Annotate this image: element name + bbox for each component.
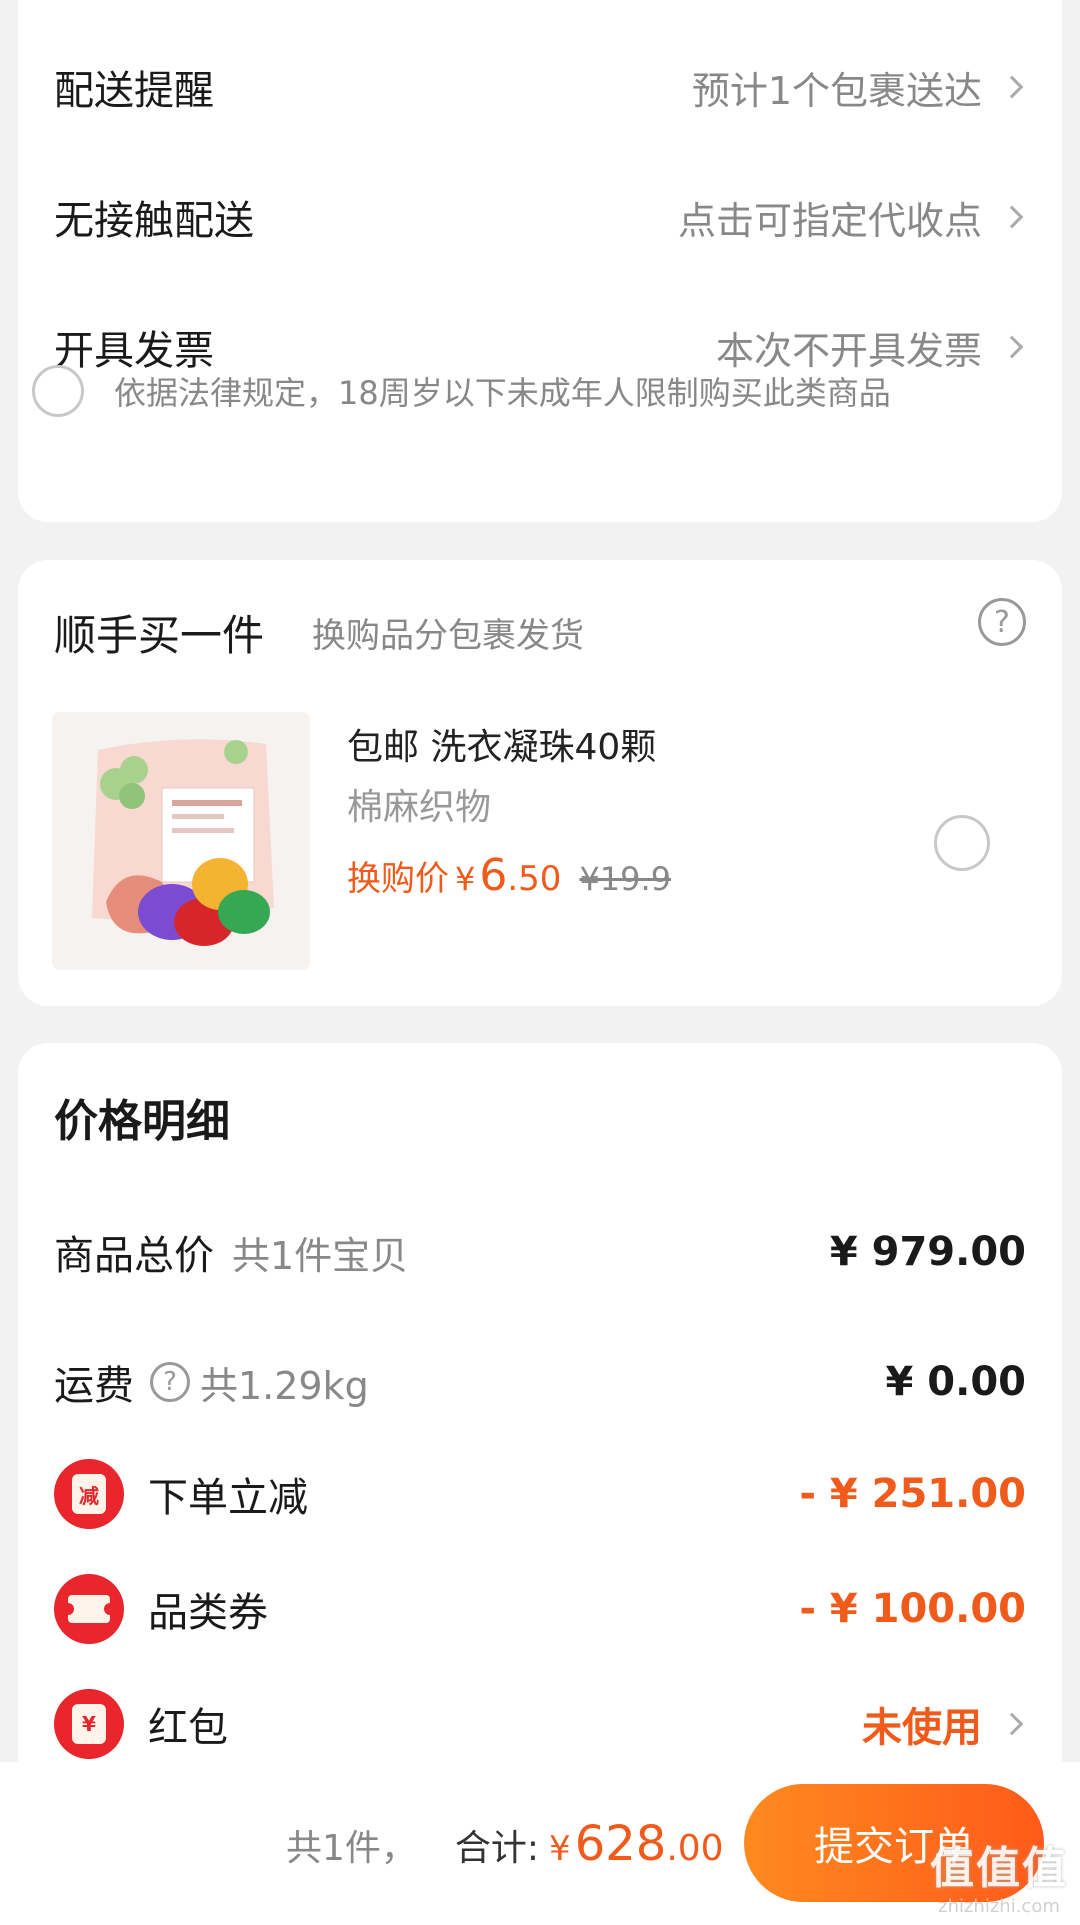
age-confirm-radio[interactable]	[32, 365, 84, 417]
goods-total-label: 商品总价	[54, 1233, 214, 1279]
legal-notice-text: 依据法律规定，18周岁以下未成年人限制购买此类商品	[114, 374, 891, 412]
category-coupon-label: 品类券	[148, 1590, 268, 1636]
checkout-bar: 共1件， 合计: ¥ 628 .00 提交订单 值值值 zhizhizhi.co…	[0, 1762, 1080, 1925]
contactless-delivery-label: 无接触配送	[54, 198, 254, 244]
order-discount-label: 下单立减	[148, 1475, 308, 1521]
help-icon[interactable]: ?	[978, 598, 1026, 646]
chevron-right-icon	[1000, 205, 1024, 229]
original-price: ¥19.9	[579, 860, 672, 898]
total-currency: ¥	[549, 1829, 571, 1869]
red-packet-label: 红包	[148, 1705, 228, 1751]
shipping-row: 运费 ? 共1.29kg ¥ 0.00	[54, 1342, 1026, 1422]
category-coupon-value: - ¥ 100.00	[799, 1586, 1026, 1632]
product-image[interactable]	[52, 712, 310, 970]
category-coupon-row[interactable]: 品类券 - ¥ 100.00	[54, 1569, 1026, 1649]
legal-notice: 依据法律规定，18周岁以下未成年人限制购买此类商品	[32, 365, 891, 417]
addon-subtitle: 换购品分包裹发货	[312, 616, 584, 656]
shipping-value: ¥ 0.00	[885, 1359, 1026, 1405]
price-detail-card: 价格明细 商品总价 共1件宝贝 ¥ 979.00 运费 ? 共1.29kg ¥ …	[18, 1043, 1062, 1803]
total-integer: 628	[574, 1816, 667, 1872]
chevron-right-icon	[1000, 75, 1024, 99]
delivery-reminder-label: 配送提醒	[54, 68, 214, 114]
chevron-right-icon	[1000, 1712, 1024, 1736]
addon-title: 顺手买一件	[54, 611, 265, 660]
detergent-pods-image	[52, 712, 310, 970]
total-label: 合计:	[454, 1828, 540, 1869]
currency-symbol: ¥	[455, 860, 476, 898]
watermark: 值值值 zhizhizhi.com	[930, 1832, 1068, 1917]
price-label: 换购价	[347, 859, 449, 899]
chevron-right-icon	[1000, 335, 1024, 359]
help-icon[interactable]: ?	[150, 1362, 190, 1402]
watermark-logo: 值值值	[930, 1843, 1068, 1894]
red-packet-glyph: ¥	[72, 1704, 106, 1744]
contactless-delivery-value: 点击可指定代收点	[677, 198, 982, 243]
red-packet-row[interactable]: ¥ 红包 未使用	[54, 1684, 1026, 1764]
order-discount-value: - ¥ 251.00	[799, 1471, 1026, 1517]
order-discount-row: 减 下单立减 - ¥ 251.00	[54, 1454, 1026, 1534]
total-decimal: .00	[666, 1828, 724, 1869]
price-decimal: .50	[507, 859, 562, 899]
addon-select-radio[interactable]	[934, 815, 990, 871]
delivery-card: 配送提醒 预计1个包裹送达 无接触配送 点击可指定代收点 开具发票 本次不开具发…	[18, 0, 1062, 522]
addon-card: 顺手买一件 换购品分包裹发货 ? 包邮 洗衣凝珠40颗 棉麻织物 换购价 ¥ 6…	[18, 560, 1062, 1006]
shipping-weight: 共1.29kg	[200, 1363, 369, 1408]
product-price: 换购价 ¥ 6 .50 ¥19.9	[347, 850, 671, 901]
red-packet-icon: ¥	[54, 1689, 124, 1759]
watermark-url: zhizhizhi.com	[938, 1896, 1060, 1917]
discount-badge-glyph: 减	[72, 1474, 106, 1514]
shipping-label: 运费	[54, 1363, 134, 1409]
red-packet-value: 未使用	[862, 1705, 982, 1751]
delivery-reminder-value: 预计1个包裹送达	[691, 68, 982, 113]
product-name[interactable]: 包邮 洗衣凝珠40颗	[347, 718, 656, 770]
price-detail-title: 价格明细	[54, 1096, 230, 1147]
delivery-reminder-row[interactable]: 配送提醒 预计1个包裹送达	[54, 47, 1026, 127]
contactless-delivery-row[interactable]: 无接触配送 点击可指定代收点	[54, 177, 1026, 257]
coupon-ticket-icon	[54, 1574, 124, 1644]
goods-total-row: 商品总价 共1件宝贝 ¥ 979.00	[54, 1212, 1026, 1292]
discount-badge-icon: 减	[54, 1459, 124, 1529]
product-variant: 棉麻织物	[347, 787, 492, 828]
goods-total-value: ¥ 979.00	[829, 1229, 1026, 1275]
order-summary: 共1件， 合计: ¥ 628 .00	[286, 1816, 724, 1872]
price-integer: 6	[479, 850, 508, 901]
goods-count: 共1件宝贝	[232, 1233, 409, 1278]
item-count: 共1件，	[286, 1828, 417, 1869]
